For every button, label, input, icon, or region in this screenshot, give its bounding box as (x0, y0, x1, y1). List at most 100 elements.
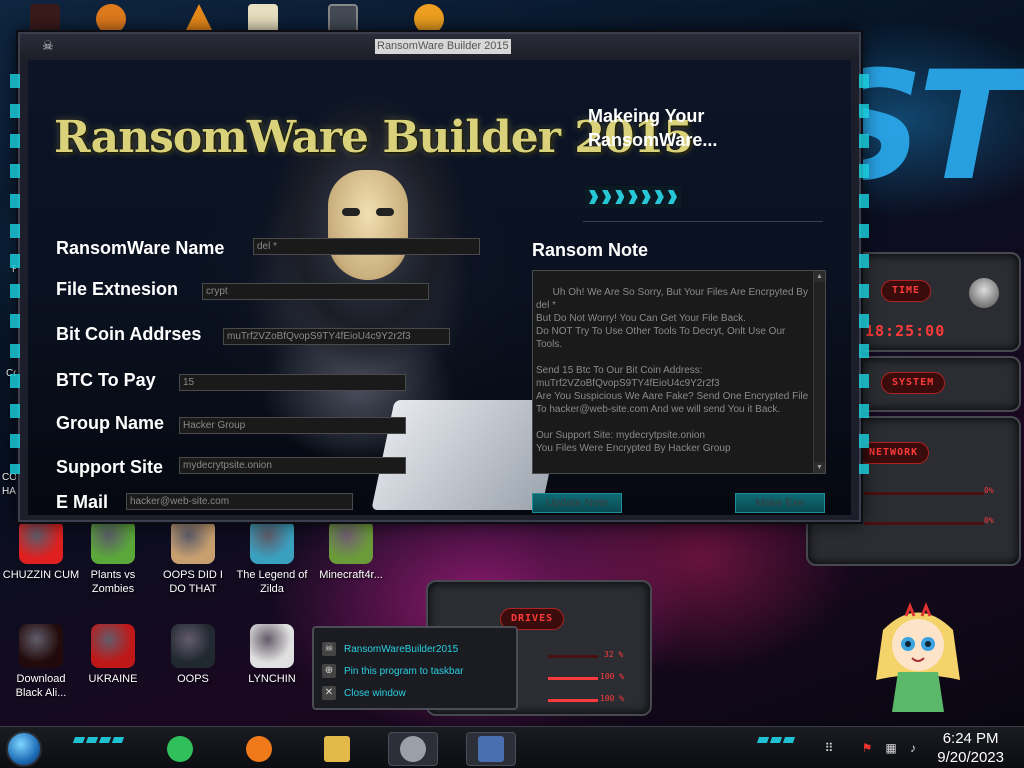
divider (583, 221, 823, 222)
time-gadget-label: TIME (881, 280, 932, 302)
desktop-icon-label: The Legend of Zilda (236, 569, 308, 595)
desktop-icon[interactable]: UKRAINE (74, 624, 152, 686)
system-gadget[interactable]: SYSTEM (855, 356, 1021, 412)
file-extension-input[interactable]: crypt (202, 283, 429, 300)
group-name-input[interactable]: Hacker Group (179, 417, 406, 434)
jumplist-item-close-label: Close window (344, 687, 406, 699)
skull-app-icon: ☠ (322, 642, 336, 656)
portrait-icon (171, 520, 215, 564)
window-client-area: RansomWare Builder 2015 Makeing Your Ran… (28, 60, 851, 515)
taskbar-app-button[interactable] (312, 732, 362, 766)
window-edge-decoration-right (859, 74, 869, 474)
desktop-icon[interactable]: The Legend of Zilda (233, 520, 311, 596)
build-status-text: Makeing Your RansomWare... (588, 106, 718, 150)
clock-date: 9/20/2023 (937, 749, 1004, 766)
edge-label-4: HA (2, 486, 16, 497)
window-menu-icon[interactable]: ☠ (42, 39, 56, 53)
desktop-icon-label: Minecraft4r... (319, 569, 383, 581)
alien-icon (969, 278, 999, 308)
tray-grip-icon[interactable]: ⠿ (822, 741, 836, 755)
support-site-input[interactable]: mydecrytpsite.onion (179, 457, 406, 474)
character-top-icon[interactable] (414, 4, 444, 34)
jumplist-item-app[interactable]: ☠ RansomWareBuilder2015 (322, 640, 458, 658)
jumplist-item-close[interactable]: ✕ Close window (322, 684, 406, 702)
taskbar-jump-list: ☠ RansomWareBuilder2015 ⊕ Pin this progr… (312, 626, 518, 710)
ransom-note-scrollbar[interactable]: ▲ ▼ (813, 271, 825, 473)
app-heading: RansomWare Builder 2015 (54, 112, 694, 163)
taskbar-decoration-right (756, 737, 796, 745)
taskbar-app-button[interactable] (388, 732, 438, 766)
desktop-icon[interactable]: OOPS (154, 624, 232, 686)
drive-pct-3: 100 % (600, 694, 625, 703)
update-note-button[interactable]: Update Note (532, 493, 622, 513)
desktop-icon[interactable]: LYNCHIN (233, 624, 311, 686)
desktop-icon[interactable]: OOPS DID I DO THAT (154, 520, 232, 596)
desktop-icon[interactable]: Minecraft4r... (312, 520, 390, 582)
system-gadget-label: SYSTEM (881, 372, 946, 394)
ransom-note-label: Ransom Note (532, 240, 649, 260)
mask-image (328, 170, 408, 280)
window-titlebar[interactable]: ☠ RansomWare Builder 2015 (20, 34, 859, 58)
desktop-icon-top-1[interactable] (30, 4, 60, 34)
close-icon: ✕ (322, 686, 336, 700)
desktop-icon-label: Download Black Ali... (15, 673, 67, 699)
tray-flag-icon[interactable]: ⚑ (860, 741, 874, 755)
ransomware-name-label: RansomWare Name (56, 238, 225, 258)
btc-to-pay-label: BTC To Pay (56, 370, 156, 390)
scroll-down-arrow-icon[interactable]: ▼ (814, 462, 825, 473)
lynchin-icon (250, 624, 294, 668)
chuzzle-icon (19, 520, 63, 564)
file-explorer-icon (324, 736, 350, 762)
start-button[interactable] (6, 731, 42, 767)
radiation-icon (91, 624, 135, 668)
black-orb-icon (19, 624, 63, 668)
h2-app-icon (478, 736, 504, 762)
drive-pct-2: 100 % (600, 672, 625, 681)
make-exe-button[interactable]: Make Exe (735, 493, 825, 513)
cartoon-character-image (876, 601, 960, 712)
jumplist-item-app-label: RansomWareBuilder2015 (344, 643, 459, 655)
ransomware-name-input[interactable]: del * (253, 238, 480, 255)
desktop-icon-label: OOPS DID I DO THAT (163, 569, 223, 595)
firefox-top-icon[interactable] (96, 4, 126, 34)
network-pct-2: 0% (984, 516, 994, 525)
network-bar-1 (864, 492, 984, 495)
file-extension-label: File Extnesion (56, 279, 179, 299)
tray-volume-icon[interactable]: ♪ (906, 741, 920, 755)
build-progress-indicator (585, 186, 681, 208)
drive-pct-1: 32 % (604, 650, 624, 659)
tray-network-icon[interactable]: ▦ (884, 741, 898, 755)
network-bar-2 (864, 522, 984, 525)
taskbar-app-button[interactable] (155, 732, 205, 766)
group-name-label: Group Name (56, 413, 165, 433)
clock-time: 6:24 PM (942, 730, 999, 747)
window-top-icon[interactable] (328, 4, 358, 34)
bitcoin-address-input[interactable]: muTrf2VZoBfQvopS9TY4fEioU4c9Y2r2f3 (223, 328, 450, 345)
drive-bar-1 (548, 655, 598, 658)
ransom-note-textarea[interactable]: Uh Oh! We Are So Sorry, But Your Files A… (532, 270, 826, 474)
document-top-icon[interactable] (248, 4, 278, 34)
desktop-icon-label: LYNCHIN (248, 673, 296, 685)
btc-to-pay-input[interactable]: 15 (179, 374, 406, 391)
taskbar-clock[interactable]: 6:24 PM 9/20/2023 (937, 729, 1004, 767)
desktop-icon[interactable]: Download Black Ali... (2, 624, 80, 700)
desktop-icon[interactable]: CHUZZIN CUM (2, 520, 80, 582)
pin-icon: ⊕ (322, 664, 336, 678)
bitcoin-address-label: Bit Coin Addrses (56, 324, 202, 344)
time-gadget-value: 18:25:00 (865, 322, 946, 340)
desktop-icon-label: CHUZZIN CUM (2, 569, 80, 581)
support-site-label: Support Site (56, 457, 163, 477)
scroll-up-arrow-icon[interactable]: ▲ (814, 271, 825, 282)
zelda-icon (250, 520, 294, 564)
minecraft-icon (329, 520, 373, 564)
taskbar-app-button[interactable] (466, 732, 516, 766)
time-gadget[interactable]: TIME 18:25:00 (855, 252, 1021, 352)
jumplist-item-pin[interactable]: ⊕ Pin this program to taskbar (322, 662, 464, 680)
email-input[interactable]: hacker@web-site.com (126, 493, 353, 510)
vlc-top-icon[interactable] (184, 4, 214, 34)
taskbar-app-button[interactable] (234, 732, 284, 766)
ransomware-builder-window[interactable]: ☠ RansomWare Builder 2015 RansomWare Bui… (10, 32, 869, 522)
email-label: E Mail (56, 492, 109, 512)
taskbar-decoration-left (72, 737, 125, 745)
desktop-icon[interactable]: Plants vs Zombies (74, 520, 152, 596)
